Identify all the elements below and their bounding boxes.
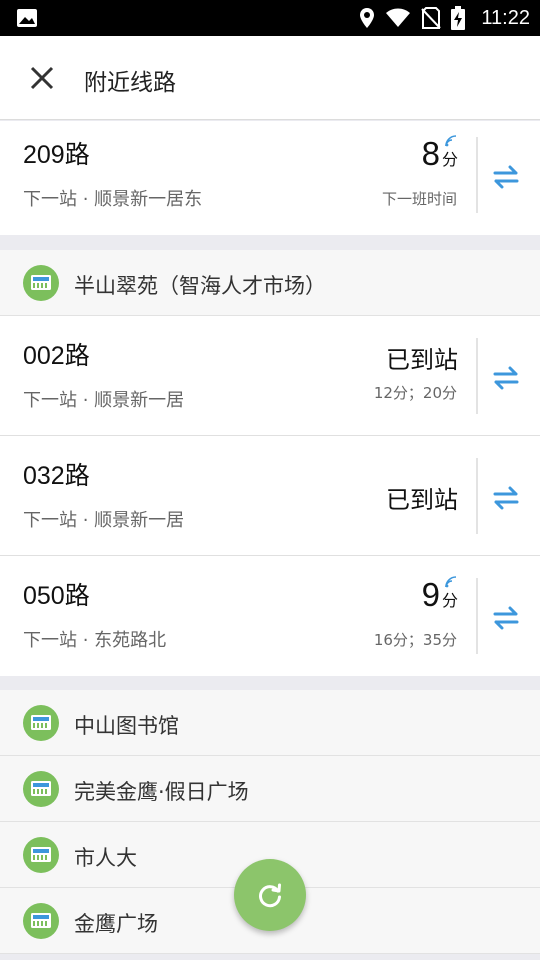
station-header[interactable]: 半山翠苑（智海人才市场）: [0, 250, 540, 316]
app-bar: 附近线路: [0, 36, 540, 120]
route-next-stop: 下一站 · 东苑路北: [23, 630, 167, 651]
battery-charging-icon: [451, 6, 466, 30]
route-eta: 9 分: [422, 576, 458, 614]
station-item[interactable]: 中山图书馆: [0, 690, 540, 756]
bus-stop-icon: [23, 903, 59, 939]
swap-direction-icon[interactable]: [492, 364, 520, 392]
route-card-002[interactable]: 002路 下一站 · 顺景新一居 已到站 12分；20分: [0, 316, 540, 436]
route-status: 已到站: [386, 346, 458, 374]
eta-caption: 下一班时间: [381, 190, 457, 208]
divider: [476, 578, 478, 654]
refresh-button[interactable]: [234, 859, 306, 931]
route-card-209[interactable]: 209路 下一站 · 顺景新一居东 8 分 下一班时间: [0, 121, 540, 235]
swap-direction-icon[interactable]: [492, 484, 520, 512]
route-card-050[interactable]: 050路 下一站 · 东苑路北 9 分 16分；35分: [0, 556, 540, 676]
eta-unit: 分: [441, 591, 458, 610]
bus-stop-icon: [23, 265, 59, 301]
swap-direction-icon[interactable]: [492, 604, 520, 632]
divider: [476, 458, 478, 534]
page-title: 附近线路: [84, 70, 176, 96]
route-name: 050路: [23, 582, 90, 610]
eta-value: 8: [421, 135, 440, 172]
route-name: 032路: [23, 462, 90, 490]
route-card-032[interactable]: 032路 下一站 · 顺景新一居 已到站: [0, 436, 540, 556]
refresh-icon: [259, 883, 281, 908]
bus-stop-icon: [23, 837, 59, 873]
status-time: 11:22: [481, 6, 530, 29]
eta-value: 9: [421, 576, 440, 613]
swap-direction-icon[interactable]: [492, 163, 520, 191]
station-name: 金鹰广场: [74, 912, 158, 936]
close-icon[interactable]: [24, 60, 60, 96]
station-item[interactable]: 完美金鹰·假日广场: [0, 756, 540, 822]
station-name: 市人大: [74, 846, 137, 870]
bus-stop-icon: [23, 705, 59, 741]
route-following-times: 12分；20分: [373, 384, 457, 402]
status-bar: 11:22: [0, 0, 540, 36]
route-status: 已到站: [386, 486, 458, 514]
divider: [476, 338, 478, 414]
station-name: 完美金鹰·假日广场: [74, 780, 249, 804]
station-name: 半山翠苑（智海人才市场）: [74, 274, 326, 298]
route-following-times: 16分；35分: [373, 631, 457, 649]
bus-stop-icon: [23, 771, 59, 807]
route-next-stop: 下一站 · 顺景新一居: [23, 390, 185, 411]
station-name: 中山图书馆: [74, 714, 179, 738]
route-name: 209路: [23, 141, 90, 169]
route-next-stop: 下一站 · 顺景新一居东: [23, 189, 203, 210]
route-next-stop: 下一站 · 顺景新一居: [23, 510, 185, 531]
eta-unit: 分: [441, 150, 458, 169]
route-eta: 8 分: [422, 135, 458, 173]
location-icon: [360, 8, 375, 28]
divider: [476, 137, 478, 213]
no-sim-icon: [421, 7, 442, 29]
wifi-icon: [386, 8, 411, 27]
route-name: 002路: [23, 342, 90, 370]
image-notification-icon: [17, 9, 37, 27]
